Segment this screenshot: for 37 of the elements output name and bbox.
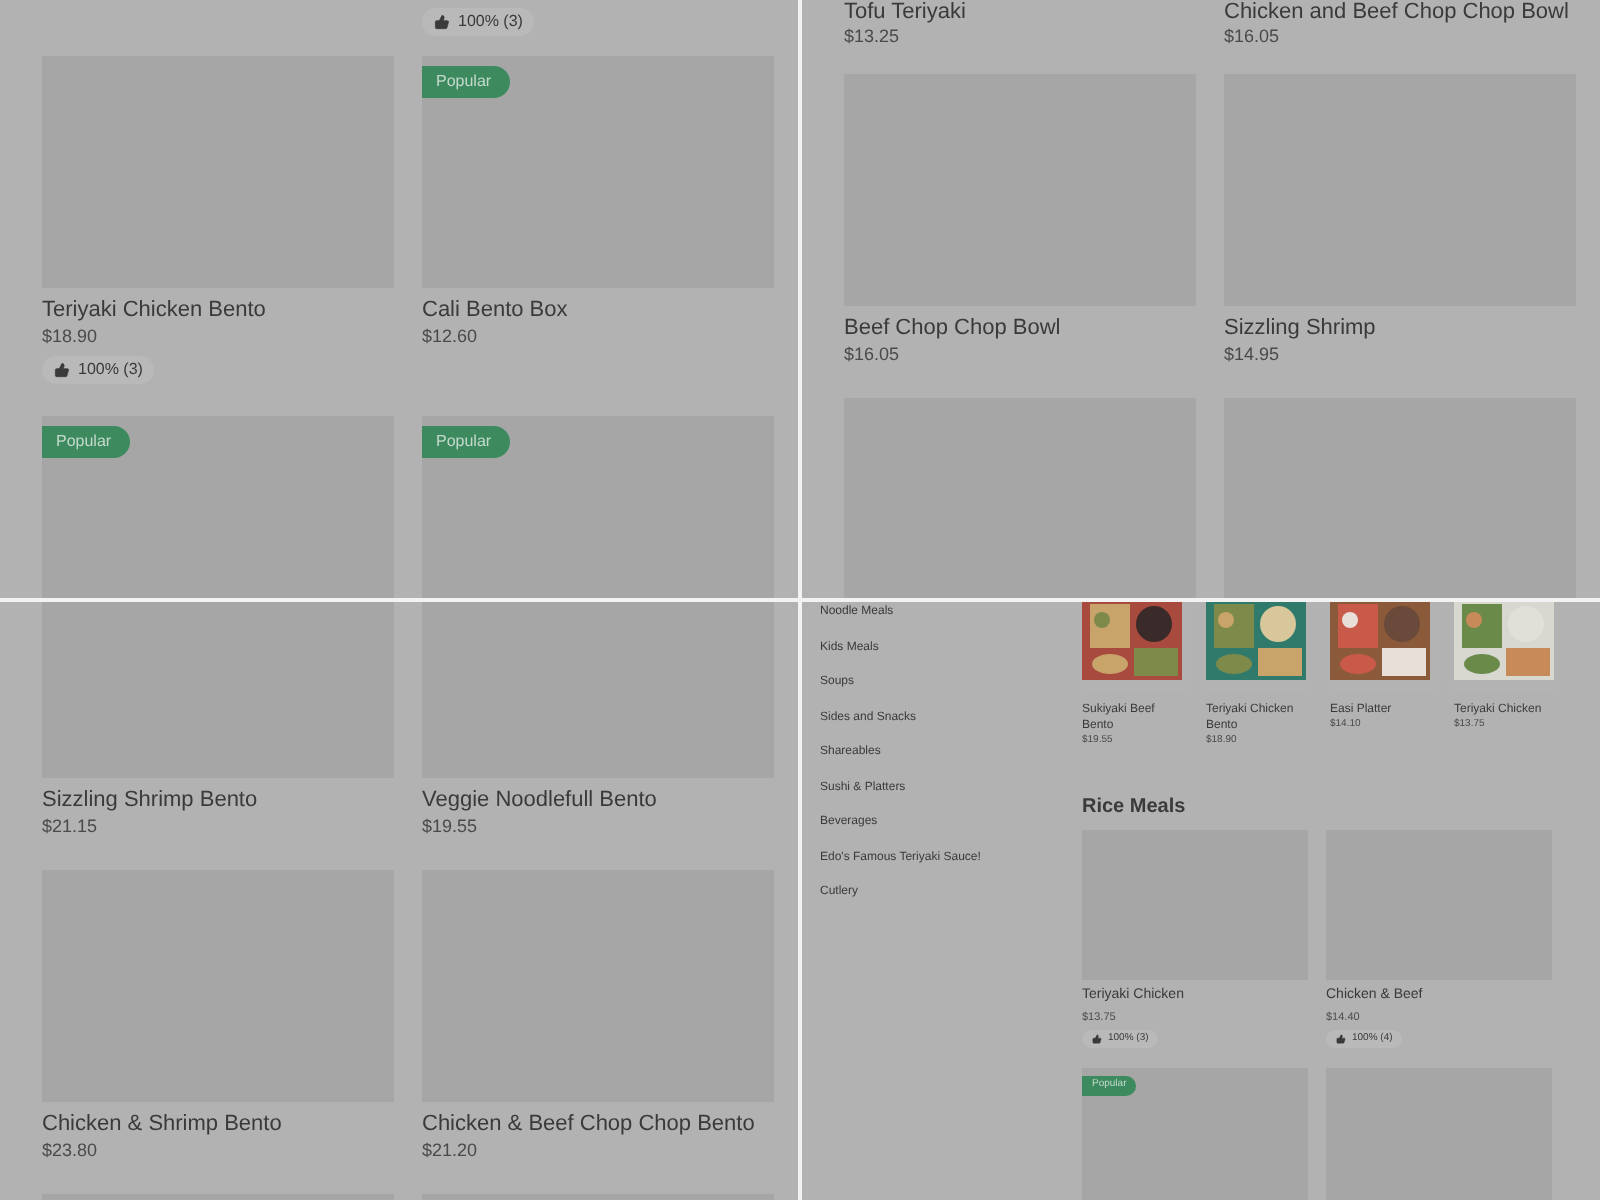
item-name[interactable]: Sizzling Shrimp: [1224, 314, 1576, 342]
item-name[interactable]: Veggie Noodlefull Bento: [422, 786, 774, 814]
item-name[interactable]: Cali Bento Box: [422, 296, 774, 324]
item-name[interactable]: Tofu Teriyaki: [844, 0, 1196, 24]
item-name[interactable]: Beef Chop Chop Bowl: [844, 314, 1196, 342]
item-name[interactable]: Chicken & Shrimp Bento: [42, 1110, 394, 1138]
item-name[interactable]: Sizzling Shrimp Bento: [42, 786, 394, 814]
item-price: $21.20: [422, 1138, 480, 1162]
item-price: $21.15: [42, 814, 100, 838]
popular-badge: Popular: [422, 66, 510, 98]
item-price: $23.80: [42, 1138, 100, 1162]
item-price: $18.90: [42, 324, 100, 348]
item-name[interactable]: Chicken & Beef Chop Chop Bento: [422, 1110, 774, 1138]
rating-chip: 100% (3): [42, 356, 155, 384]
item-price: $12.60: [422, 324, 480, 348]
thumbs-up-icon: [1336, 1034, 1346, 1044]
popular-badge: Popular: [422, 426, 510, 458]
thumbs-up-icon: [1092, 1034, 1102, 1044]
item-price: $16.05: [844, 342, 902, 366]
image-placeholder[interactable]: Popular: [422, 416, 774, 598]
rating-chip: 100% (3): [422, 8, 535, 36]
image-placeholder[interactable]: [1224, 398, 1576, 598]
item-name[interactable]: Chicken and Beef Chop Chop Bowl: [1224, 0, 1576, 24]
image-placeholder[interactable]: [42, 602, 394, 778]
image-placeholder[interactable]: Popular: [42, 416, 394, 598]
image-placeholder[interactable]: [422, 602, 774, 778]
section-title: Rice Meals: [1082, 794, 1188, 822]
item-price: $19.55: [422, 814, 480, 838]
item-price: $16.05: [1224, 24, 1282, 48]
item-price: $13.25: [844, 24, 902, 48]
item-price: $14.95: [1224, 342, 1282, 366]
popular-badge: Popular: [42, 426, 130, 458]
image-placeholder[interactable]: Popular: [422, 56, 774, 288]
item-name[interactable]: Teriyaki Chicken Bento: [42, 296, 394, 324]
thumbs-up-icon: [434, 14, 450, 30]
image-placeholder[interactable]: [844, 398, 1196, 598]
thumbs-up-icon: [54, 362, 70, 378]
